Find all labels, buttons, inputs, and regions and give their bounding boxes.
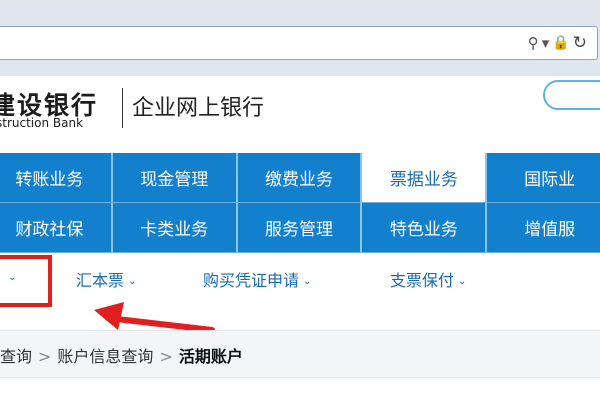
submenu-item-label: 支票保付 (390, 271, 455, 290)
nav-item-payment[interactable]: 缴费业务 (237, 153, 363, 203)
breadcrumb-separator: > (38, 347, 52, 366)
nav-item-value-added[interactable]: 增值服 (487, 203, 600, 253)
submenu-item-purchase-voucher[interactable]: 购买凭证申请 ⌄ (203, 267, 311, 291)
lock-icon[interactable]: 🔒 (552, 32, 569, 54)
nav-item-featured[interactable]: 特色业务 (362, 203, 488, 253)
nav-item-bills[interactable]: 票据业务 (362, 153, 488, 203)
chevron-down-icon: ⌄ (303, 276, 312, 287)
nav-item-service-management[interactable]: 服务管理 (237, 203, 363, 253)
submenu-item-label: 汇本票 (76, 271, 125, 290)
refresh-icon[interactable]: ↻ (573, 32, 587, 54)
submenu-item-check-guarantee[interactable]: 支票保付 ⌄ (390, 267, 466, 291)
page-title: 企业网上银行 (132, 96, 265, 121)
breadcrumb-bar: 查询 > 账户信息查询 > 活期账户 (0, 330, 600, 378)
nav-item-international[interactable]: 国际业 (487, 153, 600, 203)
address-bar[interactable]: ⚲ ▾ 🔒 ↻ (0, 26, 598, 60)
annotation-arrow-head (94, 302, 124, 330)
annotation-arrow-shaft (105, 315, 215, 333)
nav-item-cash-management[interactable]: 现金管理 (112, 153, 238, 203)
browser-toolbar: ⚲ ▾ 🔒 ↻ (0, 0, 600, 76)
chevron-down-icon: ⌄ (458, 276, 467, 287)
submenu-item-label: 购买凭证申请 (203, 271, 300, 290)
main-nav-row-1: 转账业务 现金管理 缴费业务 票据业务 国际业 (0, 153, 600, 203)
breadcrumb: 查询 > 账户信息查询 > 活期账户 (0, 343, 243, 367)
address-bar-icons: ⚲ ▾ 🔒 ↻ (528, 31, 587, 55)
nav-item-transfer[interactable]: 转账业务 (0, 153, 113, 203)
submenu-item-cashier-check[interactable]: 汇本票 ⌄ (76, 267, 136, 291)
breadcrumb-current: 活期账户 (178, 347, 243, 366)
nav-item-social-security[interactable]: 财政社保 (0, 203, 113, 253)
breadcrumb-item-account-info[interactable]: 账户信息查询 (57, 347, 153, 366)
dropdown-icon[interactable]: ▾ (542, 32, 550, 54)
breadcrumb-separator: > (159, 347, 173, 366)
sub-menu: ⌄ 汇本票 ⌄ 购买凭证申请 ⌄ 支票保付 ⌄ (0, 253, 600, 305)
main-nav-row-2: 财政社保 卡类业务 服务管理 特色业务 增值服 (0, 203, 600, 253)
main-nav: 转账业务 现金管理 缴费业务 票据业务 国际业 财政社保 卡类业务 服务管理 特… (0, 153, 600, 253)
highlight-box (0, 255, 52, 307)
chevron-down-icon: ⌄ (128, 276, 137, 287)
breadcrumb-item-query[interactable]: 查询 (0, 347, 32, 366)
header-search-box[interactable] (543, 80, 600, 110)
search-icon[interactable]: ⚲ (528, 32, 539, 54)
nav-item-card-services[interactable]: 卡类业务 (112, 203, 238, 253)
header-divider (122, 88, 123, 128)
bank-header: 建设银行 struction Bank 企业网上银行 (0, 76, 600, 152)
bank-logo-english: struction Bank (0, 116, 84, 130)
